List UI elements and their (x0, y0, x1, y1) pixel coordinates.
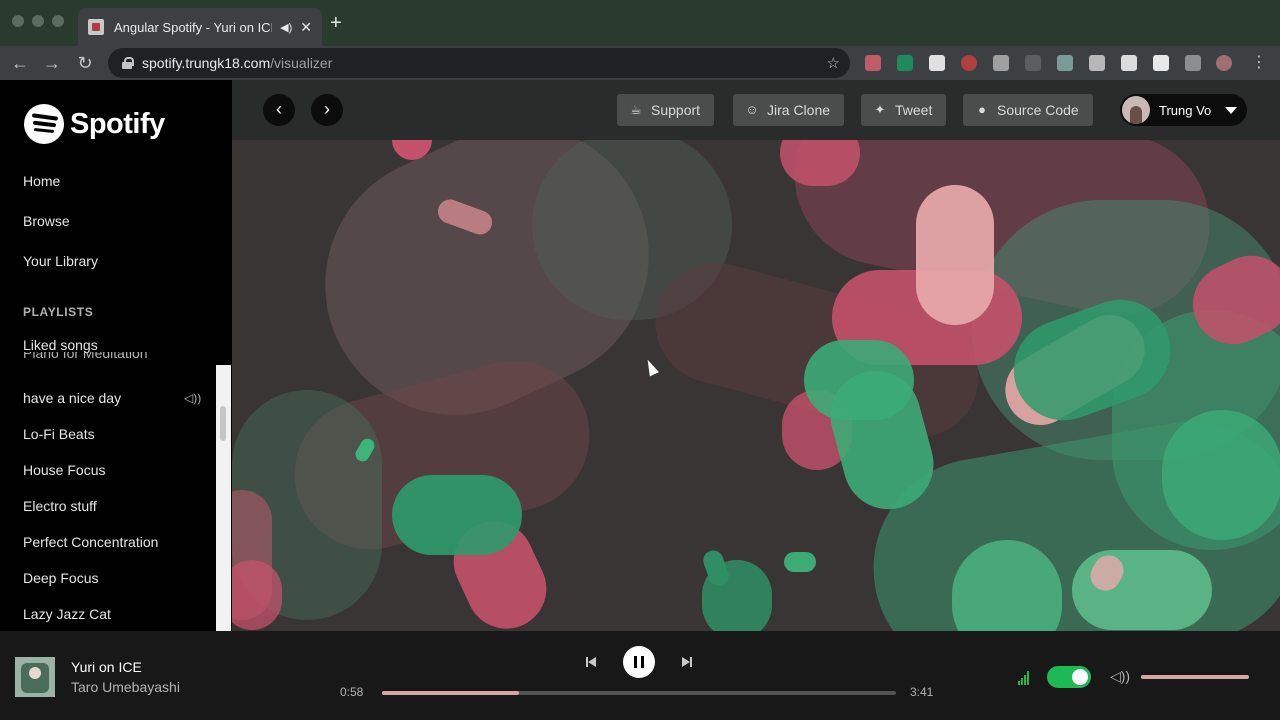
extension-icon[interactable] (961, 55, 977, 71)
volume-slider-fill (1141, 675, 1249, 679)
extension-icon[interactable] (1025, 55, 1041, 71)
profile-avatar-icon[interactable] (1216, 55, 1232, 71)
extension-icon[interactable] (993, 55, 1009, 71)
pause-button[interactable] (623, 646, 655, 678)
playlist-item-clipped[interactable]: Piano for Meditation (23, 352, 203, 360)
playlist-item[interactable]: Lo-Fi Beats (23, 426, 203, 442)
playlist-item[interactable]: Perfect Concentration (23, 534, 203, 550)
tab-close-icon[interactable]: ✕ (300, 19, 312, 36)
back-icon[interactable]: ← (8, 51, 32, 75)
window-minimize-button[interactable] (32, 15, 44, 27)
new-tab-button[interactable]: + (330, 13, 342, 33)
reading-list-icon[interactable] (1185, 55, 1201, 71)
window-close-button[interactable] (12, 15, 24, 27)
next-track-icon[interactable] (681, 656, 693, 668)
playlist-item[interactable]: have a nice day (23, 390, 203, 406)
lock-icon (122, 57, 134, 69)
previous-track-icon[interactable] (585, 656, 597, 668)
elapsed-time: 0:58 (340, 685, 364, 699)
progress-bar[interactable] (382, 691, 896, 695)
avatar (1122, 96, 1150, 124)
user-menu[interactable]: Trung Vo (1120, 94, 1247, 126)
playlist-item[interactable]: Electro stuff (23, 498, 203, 514)
top-bar: ‹ › ☕ Support ☺ Jira Clone ✦ Tweet ● Sou… (232, 80, 1280, 140)
jira-label: Jira Clone (767, 102, 831, 118)
album-art[interactable] (15, 657, 55, 697)
tweet-button[interactable]: ✦ Tweet (861, 94, 947, 126)
url-path: /visualizer (270, 55, 333, 71)
track-title[interactable]: Yuri on ICE (71, 659, 142, 675)
speaker-icon[interactable]: ◀) (280, 21, 292, 34)
jira-clone-button[interactable]: ☺ Jira Clone (733, 94, 845, 126)
visualizer-shape (392, 475, 522, 555)
user-name: Trung Vo (1159, 102, 1212, 118)
brand-name: Spotify (70, 107, 165, 140)
nav-home[interactable]: Home (23, 173, 60, 189)
playlist-item[interactable]: House Focus (23, 462, 203, 478)
url-host: spotify.trungk18.com (142, 55, 271, 71)
extension-icon[interactable] (929, 55, 945, 71)
volume-icon[interactable]: ◁)) (1110, 668, 1130, 685)
main-content: ‹ › ☕ Support ☺ Jira Clone ✦ Tweet ● Sou… (232, 80, 1280, 631)
support-button[interactable]: ☕ Support (617, 94, 715, 126)
sidebar: Spotify Home Browse Your Library PLAYLIS… (0, 80, 232, 631)
history-forward-button[interactable]: › (311, 94, 343, 126)
coffee-cup-icon: ☕ (630, 102, 642, 117)
extension-icon[interactable] (865, 55, 881, 71)
window-maximize-button[interactable] (52, 15, 64, 27)
address-bar[interactable]: spotify.trungk18.com/visualizer ☆ (108, 48, 850, 78)
visualizer-shape (784, 552, 816, 572)
visualizer-shape (916, 185, 994, 325)
puzzle-icon[interactable] (1153, 55, 1169, 71)
spotify-logo[interactable]: Spotify (24, 104, 165, 144)
now-playing-speaker-icon: ◁)) (184, 391, 202, 405)
spotify-logo-icon (24, 104, 64, 144)
total-duration: 3:41 (910, 685, 934, 699)
camera-icon[interactable] (1089, 55, 1105, 71)
browser-tab-bar: Angular Spotify - Yuri on ICE ◀) ✕ + (0, 0, 1280, 46)
tweet-label: Tweet (895, 102, 933, 118)
playlist-item[interactable]: Deep Focus (23, 570, 203, 586)
volume-slider[interactable] (1141, 675, 1249, 679)
player-bar: Yuri on ICE Taro Umebayashi 0:58 3:41 ◁)… (0, 631, 1280, 720)
github-icon: ● (978, 102, 986, 117)
browser-toolbar: ← → ↻ spotify.trungk18.com/visualizer ☆ … (0, 46, 1280, 80)
visualizer-shape (1072, 550, 1212, 630)
extension-icon[interactable] (1121, 55, 1137, 71)
tab-title: Angular Spotify - Yuri on ICE (114, 19, 273, 35)
chevron-down-icon (1225, 106, 1238, 114)
visualizer-shape (232, 560, 282, 630)
visualizer-shape (1162, 410, 1280, 540)
source-label: Source Code (997, 102, 1079, 118)
extension-icon[interactable] (1057, 55, 1073, 71)
nav-browse[interactable]: Browse (23, 213, 70, 229)
playlist-scrollbar[interactable] (216, 365, 231, 631)
liked-songs-link[interactable]: Liked songs (23, 337, 203, 353)
forward-icon[interactable]: → (40, 51, 64, 75)
support-label: Support (651, 102, 701, 118)
nav-your-library[interactable]: Your Library (23, 253, 98, 269)
site-favicon-icon (88, 19, 104, 35)
visualizer-bars-icon (1018, 671, 1030, 685)
browser-tab[interactable]: Angular Spotify - Yuri on ICE ◀) ✕ (78, 8, 322, 46)
history-back-button[interactable]: ‹ (263, 94, 295, 126)
smiley-icon: ☺ (745, 102, 759, 117)
reload-icon[interactable]: ↻ (73, 51, 97, 75)
playlists-heading: PLAYLISTS (23, 305, 94, 319)
playlist-scrollbar-thumb[interactable] (220, 406, 226, 441)
extension-icon[interactable] (897, 55, 913, 71)
playlist-item[interactable]: Lazy Jazz Cat (23, 606, 203, 622)
browser-menu-icon[interactable]: ⋮ (1247, 51, 1271, 75)
twitter-bird-icon: ✦ (874, 102, 886, 117)
audio-visualizer (232, 140, 1280, 631)
progress-bar-fill (382, 691, 520, 695)
source-code-button[interactable]: ● Source Code (963, 94, 1093, 126)
bookmark-star-icon[interactable]: ☆ (827, 54, 840, 72)
visualizer-toggle[interactable] (1047, 666, 1091, 688)
track-artist[interactable]: Taro Umebayashi (71, 679, 180, 695)
